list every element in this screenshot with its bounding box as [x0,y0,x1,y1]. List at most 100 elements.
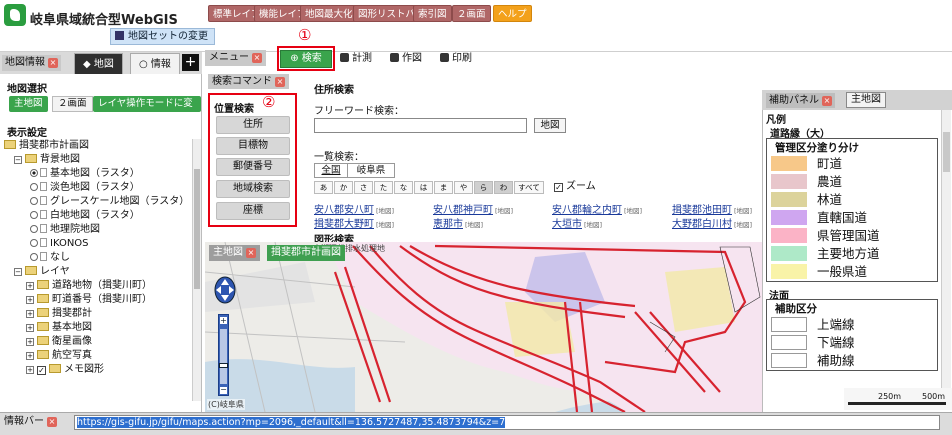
kana-button-selected[interactable]: わ [494,181,513,194]
city-link[interactable]: 大野郡白川村 [672,219,732,230]
coordinate-search-button[interactable]: 座標 [216,202,290,220]
tree-radio-item[interactable]: 白地地図（ラスタ） [30,209,140,223]
tree-radio-item[interactable]: 基本地図（ラスタ） [30,167,140,181]
city-item[interactable]: 揖斐郡池田町 [地図] [672,204,752,218]
city-item[interactable]: 安八郡神戸町 [地図] [433,204,513,218]
expand-icon[interactable]: + [26,366,34,374]
draw-menu-item[interactable]: 作図 [390,52,422,66]
zoom-out-icon[interactable]: − [220,386,227,394]
scroll-thumb[interactable] [194,169,200,289]
expand-icon[interactable]: + [26,338,34,346]
radio[interactable] [30,253,38,261]
radio[interactable] [30,225,38,233]
tree-radio-item[interactable]: グレースケール地図（ラスタ） [30,195,189,209]
kana-button[interactable]: た [374,181,393,194]
address-search-button[interactable]: 住所 [216,116,290,134]
aux-scrollbar[interactable] [941,110,951,410]
map-tag[interactable]: [地図] [624,207,642,215]
tree-radio-item[interactable]: IKONOS [30,237,89,251]
tree-radio-item[interactable]: 淡色地図（ラスタ） [30,181,140,195]
tree-folder-background[interactable]: − 背景地図 [14,153,80,167]
expand-icon[interactable]: + [26,282,34,290]
print-menu-item[interactable]: 印刷 [440,52,472,66]
map-tag[interactable]: [地図] [376,207,394,215]
expand-icon[interactable]: + [26,296,34,304]
kana-button[interactable]: さ [354,181,373,194]
close-icon[interactable]: × [246,248,256,258]
add-panel-button[interactable]: + [182,54,199,71]
map-tag[interactable]: [地図] [495,207,513,215]
map-canvas[interactable]: 大瀬環状排水処理地 [205,242,762,412]
city-link[interactable]: 恵那市 [433,219,463,230]
collapse-icon[interactable]: − [14,156,22,164]
expand-icon[interactable]: + [26,310,34,318]
freeword-map-button[interactable]: 地図 [534,118,566,133]
expand-icon[interactable]: + [26,324,34,332]
kana-button-selected[interactable]: ら [474,181,493,194]
city-item[interactable]: 恵那市 [地図] [433,218,483,232]
kana-button[interactable]: は [414,181,433,194]
search-menu-button[interactable]: ⊕ 検索 [280,50,332,68]
close-icon[interactable]: × [47,417,57,427]
city-link[interactable]: 揖斐郡大野町 [314,219,374,230]
tree-subfolder[interactable]: + 揖斐郡計 [26,307,92,321]
kana-button[interactable]: や [454,181,473,194]
kana-button[interactable]: な [394,181,413,194]
close-icon[interactable]: × [275,77,285,87]
tree-memo-item[interactable]: + ✓ メモ図形 [26,363,104,377]
map-tag[interactable]: [地図] [376,221,394,229]
main-map[interactable]: 大瀬環状排水処理地 [205,242,762,412]
tree-root[interactable]: 揖斐郡市計画図 [4,139,89,153]
city-link[interactable]: 安八郡神戸町 [433,205,493,216]
tab-map[interactable]: ◆ 地図 [74,53,123,74]
zoom-track[interactable] [220,329,227,384]
landmark-search-button[interactable]: 目標物 [216,137,290,155]
zoom-slider[interactable]: + − [218,314,229,396]
aux-main-map-button[interactable]: 主地図 [846,92,886,108]
tree-subfolder[interactable]: + 衛星画像 [26,335,92,349]
zoom-in-icon[interactable]: + [220,317,227,325]
zoom-handle[interactable] [219,363,228,368]
city-link[interactable]: 安八郡安八町 [314,205,374,216]
zoom-checkbox[interactable]: ✓ ズーム [554,180,596,194]
radio[interactable] [30,197,38,205]
map-tag[interactable]: [地図] [734,207,752,215]
url-text[interactable]: https://gis-gifu.jp/gifu/maps.action?mp=… [77,417,506,428]
tree-subfolder[interactable]: + 航空写真 [26,349,92,363]
tab-gifu[interactable]: 岐阜県 [347,163,395,178]
kana-button[interactable]: ま [434,181,453,194]
city-item[interactable]: 安八郡輪之内町 [地図] [552,204,642,218]
help-button[interactable]: ヘルプ [493,5,532,22]
index-map-button[interactable]: 索引図 [413,5,452,22]
radio[interactable] [30,211,38,219]
scroll-thumb[interactable] [943,132,950,172]
city-link[interactable]: 大垣市 [552,219,582,230]
close-icon[interactable]: × [822,96,832,106]
freeword-input[interactable] [314,118,527,133]
radio[interactable] [30,183,38,191]
city-link[interactable]: 安八郡輪之内町 [552,205,622,216]
city-item[interactable]: 大垣市 [地図] [552,218,602,232]
map-tag[interactable]: [地図] [734,221,752,229]
url-field[interactable]: https://gis-gifu.jp/gifu/maps.action?mp=… [74,415,940,430]
map-tag[interactable]: [地図] [584,221,602,229]
pan-control-icon[interactable] [214,276,236,304]
dual-screen-button[interactable]: ２画面 [452,5,491,22]
postal-code-search-button[interactable]: 郵便番号 [216,158,290,176]
checkbox-checked[interactable]: ✓ [554,183,563,192]
collapse-icon[interactable]: − [14,268,22,276]
tree-folder-layer[interactable]: − レイヤ [14,265,70,279]
city-item[interactable]: 安八郡安八町 [地図] [314,204,394,218]
left-scrollbar[interactable] [192,139,201,401]
radio-selected[interactable] [30,169,38,177]
tab-nationwide[interactable]: 全国 [314,163,348,178]
close-icon[interactable]: × [48,58,58,68]
tree-radio-item[interactable]: 地理院地図 [30,223,100,237]
checkbox-checked[interactable]: ✓ [37,366,46,375]
close-icon[interactable]: × [252,53,262,63]
expand-icon[interactable]: + [26,352,34,360]
region-search-button[interactable]: 地域検索 [216,180,290,198]
city-item[interactable]: 大野郡白川村 [地図] [672,218,752,232]
main-map-button[interactable]: 主地図 [9,96,48,112]
mapset-change-button[interactable]: 地図セットの変更 [110,28,215,45]
